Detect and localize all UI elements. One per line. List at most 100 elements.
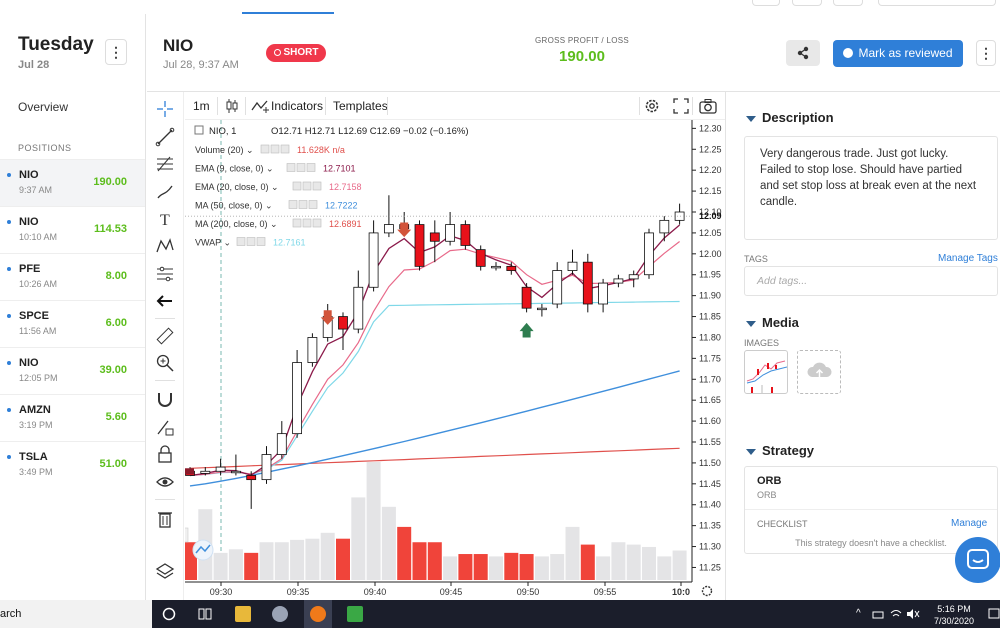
prediction-icon[interactable] [155,264,175,284]
upload-image-button[interactable] [797,350,841,394]
eye-icon[interactable] [155,472,175,492]
short-icon [273,49,281,56]
description-text[interactable]: Very dangerous trade. Just got lucky. Fa… [744,136,998,240]
fib-tool-icon[interactable] [155,154,175,174]
legend-control-icon [292,218,302,228]
camera-icon[interactable] [699,98,717,114]
trash-icon[interactable] [155,509,175,529]
volume-bar [443,556,458,580]
firefox-icon[interactable] [310,606,326,622]
network-icon[interactable] [872,609,884,619]
x-tick-label: 09:35 [287,587,310,597]
candlestick-chart[interactable]: 12.3012.2512.2012.1512.1012.0512.0011.95… [185,120,725,600]
taskbar-app-icon[interactable] [272,606,288,622]
top-button[interactable] [833,0,863,6]
position-item[interactable]: TSLA 3:49 PM 51.00 [0,441,145,488]
file-explorer-icon[interactable] [235,606,251,622]
cortana-icon[interactable] [162,607,176,621]
collapse-caret-icon[interactable] [746,449,756,455]
wifi-icon[interactable] [890,608,902,620]
brush-icon[interactable] [155,182,175,202]
legend-control-icon [292,181,302,191]
collapse-caret-icon[interactable] [746,321,756,327]
chart-image-thumbnail[interactable] [744,350,788,394]
candle-body [552,270,563,305]
pattern-icon[interactable] [155,236,175,256]
x-tick-label: 09:45 [440,587,463,597]
legend-control-icon [236,237,246,246]
layers-icon[interactable] [155,561,175,581]
y-tick-label: 11.40 [699,500,721,510]
mark-reviewed-button[interactable]: Mark as reviewed [833,40,963,67]
legend-indicator-label: MA (200, close, 0) ⌄ [195,219,278,229]
check-circle-icon [843,48,854,58]
legend-ohlc: O12.71 H12.71 L12.69 C12.69 −0.02 (−0.16… [271,126,469,137]
manage-tags-link[interactable]: Manage Tags [938,253,998,264]
day-menu-button[interactable]: ⋮ [105,39,127,65]
fullscreen-icon[interactable] [673,98,689,114]
position-item[interactable]: SPCE 11:56 AM 6.00 [0,300,145,347]
back-arrow-icon[interactable] [155,291,175,311]
y-tick-label: 12.30 [699,123,722,133]
short-badge-label: SHORT [283,47,319,58]
chat-button[interactable] [955,537,1000,583]
x-tick-label: 09:50 [517,587,540,597]
taskbar-clock[interactable]: 5:16 PM 7/30/2020 [924,603,984,627]
legend-indicator-label: EMA (9, close, 0) ⌄ [195,164,274,174]
day-title: Tuesday [18,34,94,55]
overview-link[interactable]: Overview [18,100,68,114]
position-item[interactable]: NIO 10:10 AM 114.53 [0,206,145,253]
position-item[interactable]: AMZN 3:19 PM 5.60 [0,394,145,441]
settings-icon[interactable] [644,98,660,114]
candle-body [307,337,318,363]
manage-checklist-link[interactable]: Manage [951,518,987,529]
magnet-icon[interactable] [155,389,175,409]
description-title: Description [762,110,834,125]
candle-body [521,286,532,309]
volume-icon[interactable] [906,608,920,620]
position-item[interactable]: PFE 10:26 AM 8.00 [0,253,145,300]
tags-input[interactable]: Add tags... [744,266,998,296]
lock-icon[interactable] [155,444,175,464]
position-pl: 8.00 [105,270,127,282]
position-pl: 51.00 [99,458,127,470]
zoom-in-icon[interactable] [155,353,175,373]
indicators-button[interactable]: Indicators [271,99,323,113]
task-view-icon[interactable] [197,607,213,621]
trade-menu-button[interactable]: ⋮ [976,40,996,66]
interval-button[interactable]: 1m [193,99,210,113]
ruler-icon[interactable] [155,326,175,346]
candle-body [475,249,486,267]
lock-drawing-icon[interactable] [155,417,175,437]
legend-control-icon [302,218,312,228]
share-button[interactable] [786,40,820,66]
position-item[interactable]: NIO 12:05 PM 39.00 [0,347,145,394]
top-dropdown[interactable] [878,0,996,6]
strategy-name[interactable]: ORB [757,475,781,487]
axis-settings-icon[interactable] [701,585,713,597]
toolbar-divider [155,380,175,381]
position-item[interactable]: NIO 9:37 AM 190.00 [0,159,145,206]
toolbar-divider [325,97,326,115]
y-tick-label: 11.80 [699,332,721,342]
top-button[interactable] [792,0,822,6]
crosshair-icon[interactable] [155,99,175,119]
text-tool-icon[interactable]: T [155,209,175,229]
candle-body [429,232,440,242]
taskbar-app-icon[interactable] [347,606,363,622]
position-pl: 6.00 [105,317,127,329]
tray-chevron-icon[interactable]: ^ [856,608,861,619]
trend-line-icon[interactable] [155,127,175,147]
taskbar-search[interactable]: arch [0,600,152,628]
pane-collapse-handle [185,527,189,543]
notification-icon[interactable] [988,608,1000,620]
volume-bar [672,550,687,580]
templates-button[interactable]: Templates [333,99,388,113]
position-time: 10:26 AM [19,279,58,289]
candle-type-icon[interactable] [225,98,239,114]
collapse-caret-icon[interactable] [746,116,756,122]
volume-bar [412,542,427,580]
candle-body [338,316,348,330]
x-tick-label: 09:30 [210,587,233,597]
top-button[interactable] [752,0,780,6]
